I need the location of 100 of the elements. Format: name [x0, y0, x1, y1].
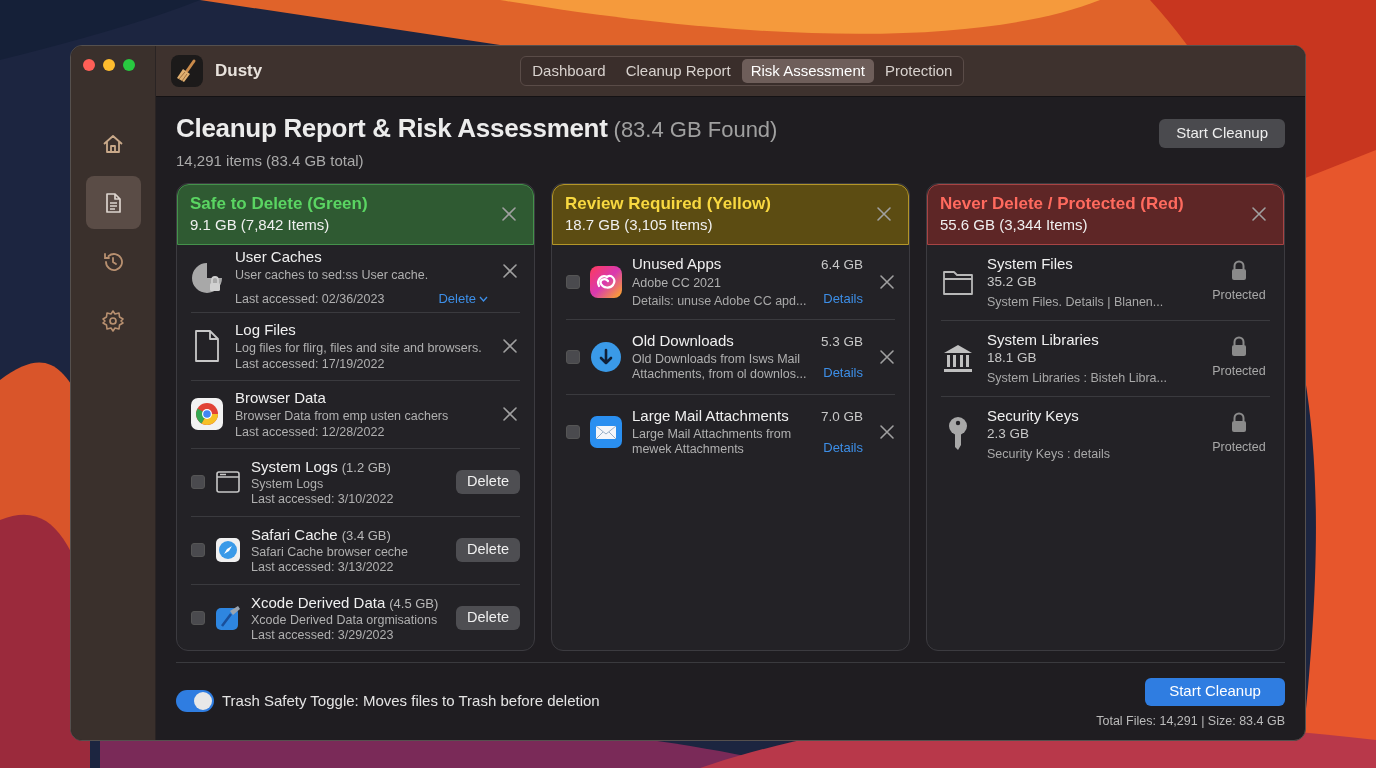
close-icon: [1251, 206, 1267, 222]
item-name: Log Files: [235, 320, 297, 340]
item-description: System Files. Details | Blanen...: [987, 294, 1165, 310]
last-accessed: Last accessed: 02/36/2023: [235, 291, 385, 307]
item-description: System Libraries : Bisteh Libra...: [987, 370, 1168, 386]
item-size: 18.1 GB: [987, 349, 1038, 367]
item-description: Browser Data from emp usten cachers: [235, 408, 450, 424]
panel-summary: 9.1 GB (7,842 Items): [190, 215, 331, 235]
item-name: Security Keys: [987, 406, 1080, 425]
items-summary: 14,291 items (83.4 GB total): [176, 151, 365, 171]
hammer-icon: [215, 605, 241, 631]
item-name: System Logs: [251, 456, 338, 477]
pie-chart-lock-icon: [190, 261, 224, 295]
item-size: 35.2 GB: [987, 273, 1038, 291]
item-size: 6.4 GB: [820, 256, 863, 275]
item-description: Security Keys : details: [987, 446, 1111, 462]
close-icon: [502, 338, 518, 354]
item-size: (1.2 GB): [341, 458, 391, 477]
item-size: (3.4 GB): [341, 526, 391, 545]
item-name: User Caches: [235, 247, 323, 268]
mail-icon: [590, 415, 622, 448]
item-description: Adobe CC 2021: [632, 275, 722, 291]
sidebar-item[interactable]: [85, 176, 141, 229]
close-icon: [502, 262, 518, 279]
browser-icon: [191, 398, 223, 430]
item-description: Large Mail Attachments from mewek Attachments: [632, 427, 793, 458]
checkbox[interactable]: [566, 349, 580, 364]
item-name: Unused Apps: [632, 254, 722, 275]
close-button[interactable]: [83, 59, 95, 71]
item-size: 7.0 GB: [820, 407, 863, 426]
panel-title: Review Required (Yellow): [565, 193, 771, 215]
start-cleanup-button[interactable]: Start Cleanup: [1159, 119, 1285, 148]
tab[interactable]: Cleanup Report: [616, 59, 740, 83]
found-size: (83.4 GB Found): [613, 116, 778, 144]
delete-button[interactable]: Delete: [456, 606, 520, 630]
protected-status: Protected: [1212, 438, 1266, 456]
item-description: Safari Cache browser ceche: [251, 545, 410, 561]
bank-icon: [942, 342, 974, 374]
item-description: Old Downloads from Isws Mail Attachments, from ol downlos...: [632, 352, 808, 383]
last-accessed: Last accessed: 12/28/2022: [235, 424, 385, 440]
last-accessed: Last accessed: 3/10/2022: [251, 492, 395, 508]
checkbox[interactable]: [191, 543, 205, 557]
delete-button[interactable]: Delete: [456, 538, 520, 562]
panel-title: Never Delete / Protected (Red): [940, 193, 1184, 215]
app-name: Dusty: [215, 60, 263, 83]
zoom-button[interactable]: [123, 59, 135, 71]
protected-status: Protected: [1212, 362, 1266, 380]
toggle-switch[interactable]: [176, 689, 214, 712]
toggle-label: Trash Safety Toggle: Moves files to Trash before deletion: [222, 690, 600, 711]
item-size: 2.3 GB: [987, 425, 1031, 443]
chevron-down-icon: [479, 296, 488, 302]
details-link[interactable]: Details: [823, 289, 863, 309]
close-icon: [879, 273, 895, 290]
delete-dropdown[interactable]: Delete: [438, 289, 488, 309]
checkbox[interactable]: [566, 424, 580, 439]
key-icon: [947, 416, 969, 452]
folder-icon: [942, 268, 974, 296]
compass-icon: [216, 538, 240, 562]
lock-icon: [1231, 259, 1247, 280]
details-link[interactable]: Details: [823, 437, 863, 458]
item-size: (4.5 GB): [389, 594, 439, 613]
item-name: System Files: [987, 254, 1074, 273]
lock-icon: [1231, 335, 1247, 356]
close-icon: [876, 206, 892, 222]
details-link[interactable]: Details: [823, 362, 863, 383]
item-name: Browser Data: [235, 388, 327, 408]
tab[interactable]: Dashboard: [523, 59, 615, 83]
last-accessed: Last accessed: 3/29/2023: [251, 628, 395, 644]
checkbox[interactable]: [191, 611, 205, 625]
item-name: System Libraries: [987, 330, 1100, 349]
settings-icon: [100, 307, 126, 334]
close-icon: [502, 406, 518, 422]
checkbox[interactable]: [191, 475, 205, 489]
file-icon: [193, 329, 221, 363]
totals-summary: Total Files: 14,291 | Size: 83.4 GB: [1096, 712, 1285, 730]
lock-icon: [1231, 411, 1247, 432]
swirl-app-icon: [590, 265, 622, 298]
item-size: 5.3 GB: [820, 332, 863, 351]
protected-status: Protected: [1212, 286, 1266, 304]
item-name: Old Downloads: [632, 330, 734, 351]
last-accessed: Last accessed: 3/13/2022: [251, 560, 395, 576]
start-cleanup-button[interactable]: Start Cleanup: [1145, 677, 1285, 706]
delete-button[interactable]: Delete: [456, 470, 520, 494]
tab[interactable]: Protection: [875, 59, 962, 83]
panel-summary: 55.6 GB (3,344 Items): [940, 215, 1089, 235]
checkbox[interactable]: [566, 274, 580, 289]
close-icon: [879, 423, 895, 440]
page-title: Cleanup Report & Risk Assessment: [176, 112, 608, 145]
close-icon: [501, 206, 517, 222]
item-description: User caches to sed:ss User cache.: [235, 267, 430, 284]
panel-title: Safe to Delete (Green): [190, 193, 368, 215]
item-description: Log files for flirg, files and site and browsers.: [235, 340, 483, 356]
minimize-button[interactable]: [103, 59, 115, 71]
close-icon: [879, 348, 895, 365]
item-description: System Logs: [251, 477, 325, 493]
item-name: Large Mail Attachments: [632, 405, 789, 426]
panel-summary: 18.7 GB (3,105 Items): [565, 215, 714, 235]
item-name: Safari Cache: [251, 524, 338, 545]
item-details: Details: unuse Adobe CC apd...: [632, 293, 807, 309]
tab[interactable]: Risk Assessment: [741, 59, 874, 83]
